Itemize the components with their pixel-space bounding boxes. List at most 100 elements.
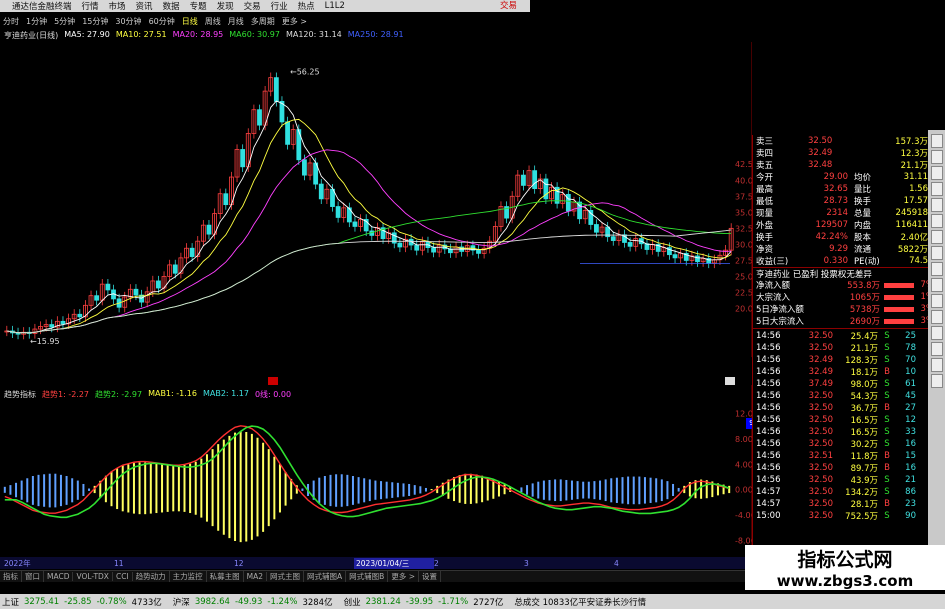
trade-side: S [884,439,890,449]
trade-vol: 28.1万 [850,500,878,510]
indicator-tab[interactable]: 指标 [0,571,22,582]
kline-chart[interactable]: 42.50 40.00 37.50 35.00 32.50 30.00 27.50 25.00… [0,42,752,357]
trade-time: 14:56 [756,463,781,473]
trade-vol: 16.5万 [850,416,878,426]
period-3[interactable]: 15分钟 [79,16,111,27]
period-1[interactable]: 1分钟 [23,16,50,27]
indicator-tab[interactable]: 网式辅图B [346,571,389,582]
stat-label: PE(动) [854,257,880,267]
menu-item-0[interactable]: 行情 [77,0,104,12]
toolbar-button-icon[interactable] [930,214,943,228]
indicator-tab[interactable]: 私募主图 [207,571,244,582]
toolbar-button-icon[interactable] [930,326,943,340]
trade-price: 32.50 [808,331,833,341]
trade-count: 23 [905,499,916,509]
toolbar-button-icon[interactable] [930,134,943,148]
stat-row: 最高 32.65 量比 1.56 [753,183,945,195]
flow-row: 5日净流入额5738万3% [753,303,945,315]
toolbar-button-icon[interactable] [930,374,943,388]
indicator-chart[interactable]: 12.008.004.000.00-4.00-8.00 [0,385,752,557]
period-5[interactable]: 60分钟 [146,16,178,27]
stat-label: 换手 [756,233,774,243]
toolbar-button-icon[interactable] [930,182,943,196]
index-label[interactable]: 创业 [344,596,361,608]
menu-item-1[interactable]: 市场 [104,0,131,12]
toolbar-button-icon[interactable] [930,358,943,372]
menu-item-4[interactable]: 专题 [185,0,212,12]
toolbar-button-icon[interactable] [930,262,943,276]
toolbar-button-icon[interactable] [930,198,943,212]
indicator-tab[interactable]: MACD [44,572,74,581]
quote-panel: 卖三 32.50 157.3万 卖四 32.49 12.3万 卖五 32.48 21.1万 今开 2… [752,135,945,545]
toolbar-button-icon[interactable] [930,342,943,356]
trade-time: 14:56 [756,379,781,389]
trade-price: 32.50 [808,391,833,401]
expand-icon[interactable] [268,377,278,385]
period-7[interactable]: 周线 [202,16,224,27]
toolbar-button-icon[interactable] [930,230,943,244]
ask-row: 卖五 32.48 21.1万 [753,159,945,171]
menu-item-7[interactable]: 行业 [266,0,293,12]
flow-label: 5日净流入额 [756,305,804,315]
trade-vol: 25.4万 [850,332,878,342]
period-0[interactable]: 分时 [0,16,22,27]
toolbar-button-icon[interactable] [930,294,943,308]
indicator-tab[interactable]: VOL-TDX [73,572,113,581]
period-2[interactable]: 5分钟 [51,16,78,27]
trade-vol: 36.7万 [850,404,878,414]
trade-time: 14:56 [756,427,781,437]
date-cursor: 2023/01/04/三 [354,557,434,569]
toolbar-button-icon[interactable] [930,246,943,260]
indicator-tab[interactable]: 更多 > [388,571,419,582]
date-mark: 3 [524,558,529,568]
trade-count: 15 [905,451,916,461]
indicator-tab[interactable]: 网式辅图A [304,571,347,582]
flow-value: 2690万 [849,317,880,327]
index-amount: 2727亿 [473,597,504,608]
indicator-tab[interactable]: 主力监控 [170,571,207,582]
period-4[interactable]: 30分钟 [112,16,144,27]
candle-body [206,224,212,235]
indicator-tab[interactable]: 窗口 [22,571,44,582]
menu-item-9[interactable]: L1L2 [320,1,350,11]
candle-body [156,280,161,289]
candle-body [257,109,262,126]
toolbar-button-icon[interactable] [930,310,943,324]
trade-link[interactable]: 交易 [500,0,517,12]
period-10[interactable]: 更多 > [279,16,310,27]
indicator-tab[interactable]: MA2 [244,572,268,581]
candle-body [672,254,678,259]
period-9[interactable]: 多周期 [248,16,278,27]
indicator-tab[interactable]: CCI [113,572,133,581]
index-label[interactable]: 上证 [2,596,19,608]
menu-item-6[interactable]: 交易 [239,0,266,12]
date-mark: 2 [434,558,439,568]
period-6[interactable]: 日线 [179,16,201,27]
trade-price: 32.50 [808,511,833,521]
indicator-tab[interactable]: 趋势动力 [133,571,170,582]
stat-value: 245918 [895,208,928,218]
toolbar-button-icon[interactable] [930,166,943,180]
trade-row: 14:56 37.49 98.0万 S 61 [753,378,945,390]
toolbar-button-icon[interactable] [930,150,943,164]
candle-body [273,77,279,102]
collapse-icon[interactable] [725,377,735,385]
period-8[interactable]: 月线 [225,16,247,27]
date-mark: 11 [114,558,124,568]
toolbar-button-icon[interactable] [930,278,943,292]
indicator-tab[interactable]: 设置 [419,571,441,582]
menu-item-8[interactable]: 热点 [293,0,320,12]
status-bar: 上证 3275.41 -25.85 -0.78% 4733亿 沪深 3982.64 -49.9… [0,594,945,609]
indicator-tab[interactable]: 网式主图 [267,571,305,582]
trade-side: S [884,427,890,437]
status-line: 亨迪药业 已盈利 投票权无差异 [753,267,945,279]
trade-row: 14:56 32.49 18.1万 B 10 [753,366,945,378]
candle-body [94,295,100,301]
menu-item-5[interactable]: 发现 [212,0,239,12]
menu-item-3[interactable]: 数据 [158,0,185,12]
trade-row: 14:57 32.50 28.1万 B 23 [753,498,945,510]
index-value: 3275.41 [24,596,60,607]
index-label[interactable]: 沪深 [173,596,190,608]
menu-item-2[interactable]: 资讯 [131,0,158,12]
stat-label: 换手 [854,197,872,207]
